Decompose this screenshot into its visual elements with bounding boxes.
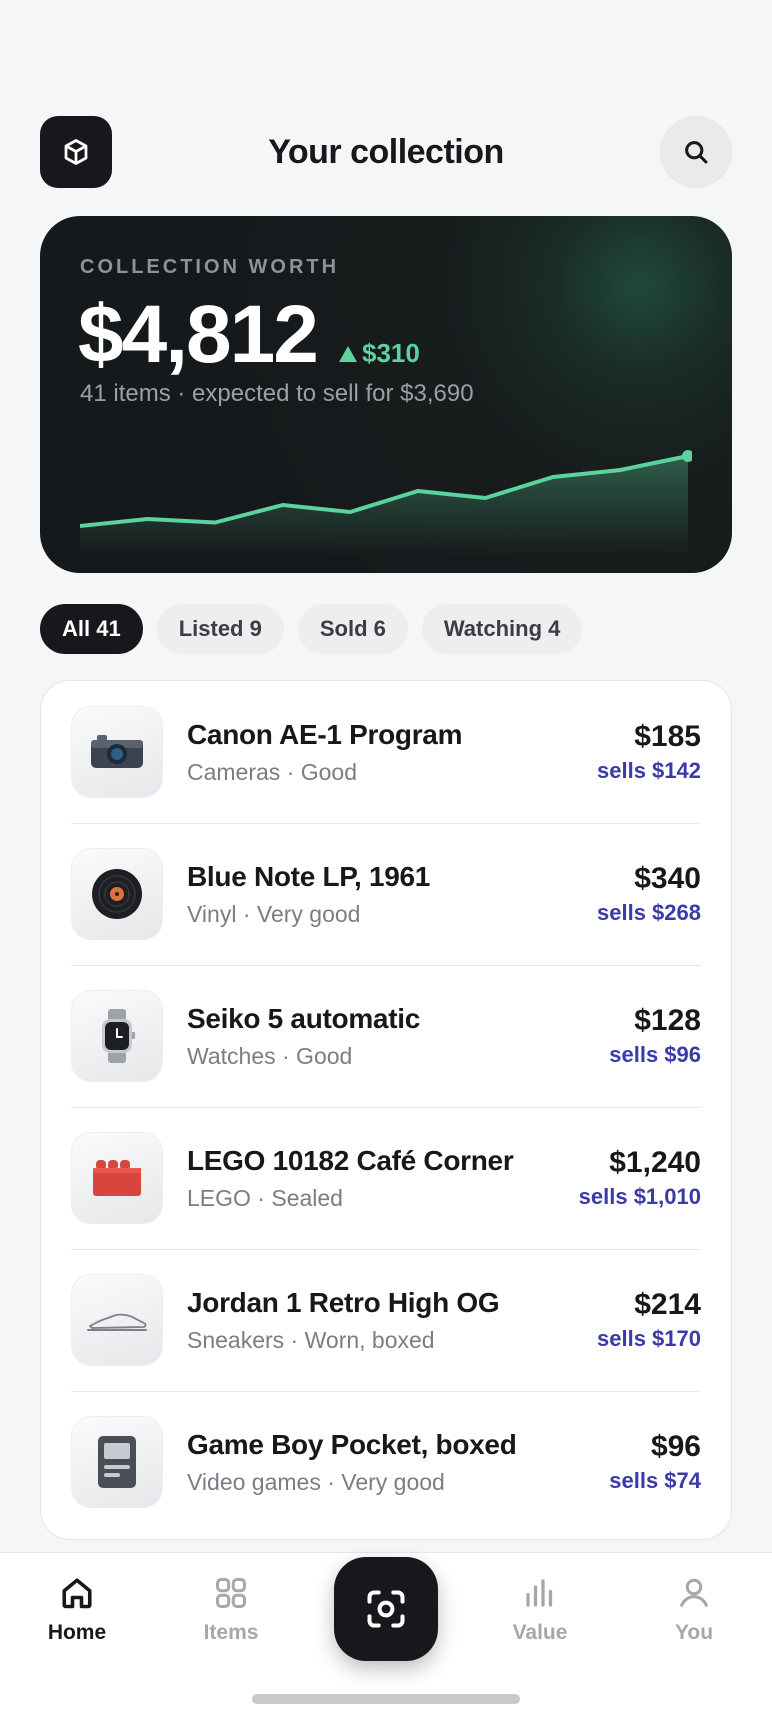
item-sell-price: sells $268 — [597, 900, 701, 925]
collection-worth-card[interactable]: COLLECTION WORTH $4,812 $310 41 items · … — [40, 216, 732, 573]
tab-home-label: Home — [47, 1621, 107, 1644]
item-price: $1,240 — [609, 1146, 701, 1179]
item-thumbnail — [71, 990, 163, 1082]
lego-brick-icon — [93, 1160, 141, 1196]
tab-value-label: Value — [512, 1621, 568, 1644]
worth-trend-sparkline — [80, 450, 692, 556]
list-item[interactable]: Game Boy Pocket, boxed Video games · Ver… — [71, 1391, 701, 1533]
item-name: Canon AE-1 Program — [187, 718, 463, 750]
vinyl-record-icon — [92, 869, 142, 919]
watch-icon — [102, 1009, 135, 1063]
scan-button[interactable] — [334, 1557, 438, 1661]
grid-icon — [216, 1578, 246, 1608]
tab-items[interactable]: Items — [171, 1575, 291, 1645]
filter-chips: All 41 Listed 9 Sold 6 Watching 4 — [40, 604, 583, 654]
tab-you[interactable]: You — [634, 1575, 754, 1645]
item-name: Blue Note LP, 1961 — [187, 860, 431, 892]
bar-chart-icon — [526, 1579, 553, 1607]
filter-sold[interactable]: Sold 6 — [297, 604, 408, 654]
item-thumbnail — [71, 1274, 163, 1366]
item-meta: Video games · Very good — [187, 1468, 445, 1495]
list-item[interactable]: Canon AE-1 Program Cameras · Good $185 s… — [71, 681, 701, 823]
tab-you-label: You — [674, 1621, 714, 1644]
item-meta: Sneakers · Worn, boxed — [187, 1326, 435, 1353]
tab-items-label: Items — [203, 1621, 259, 1644]
item-sell-price: sells $1,010 — [578, 1184, 701, 1209]
item-name: LEGO 10182 Café Corner — [187, 1144, 514, 1176]
list-item[interactable]: Jordan 1 Retro High OG Sneakers · Worn, … — [71, 1249, 701, 1391]
worth-delta: $310 — [338, 338, 420, 369]
gameboy-icon — [98, 1436, 136, 1488]
page-title: Your collection — [268, 132, 504, 171]
tab-value[interactable]: Value — [480, 1575, 600, 1645]
item-meta: Cameras · Good — [187, 758, 358, 785]
filter-watching[interactable]: Watching 4 — [421, 604, 583, 654]
list-item[interactable]: Blue Note LP, 1961 Vinyl · Very good $34… — [71, 823, 701, 965]
search-icon — [685, 141, 708, 164]
item-thumbnail — [71, 848, 163, 940]
tab-home[interactable]: Home — [17, 1575, 137, 1645]
item-price: $185 — [634, 720, 701, 753]
worth-subtitle: 41 items · expected to sell for $3,690 — [80, 380, 474, 407]
home-indicator — [252, 1694, 520, 1704]
search-button[interactable] — [660, 116, 732, 188]
item-price: $96 — [650, 1430, 701, 1463]
item-thumbnail — [71, 706, 163, 798]
item-sell-price: sells $170 — [597, 1326, 701, 1351]
item-meta: Watches · Good — [187, 1042, 353, 1069]
cube-icon — [64, 139, 88, 165]
item-thumbnail — [71, 1132, 163, 1224]
camera-icon — [91, 735, 143, 768]
item-name: Jordan 1 Retro High OG — [187, 1286, 500, 1318]
home-icon — [62, 1578, 92, 1609]
worth-value: $4,812 — [78, 289, 319, 380]
triangle-up-icon — [339, 345, 357, 362]
worth-label: COLLECTION WORTH — [80, 256, 340, 278]
item-sell-price: sells $142 — [597, 758, 701, 783]
filter-listed[interactable]: Listed 9 — [156, 604, 284, 654]
logo-button[interactable] — [40, 116, 112, 188]
item-meta: Vinyl · Very good — [187, 900, 361, 927]
user-icon — [679, 1578, 709, 1608]
list-item[interactable]: LEGO 10182 Café Corner LEGO · Sealed $1,… — [71, 1107, 701, 1249]
item-name: Game Boy Pocket, boxed — [187, 1428, 517, 1460]
sneaker-icon — [87, 1313, 147, 1331]
item-sell-price: sells $74 — [609, 1468, 701, 1493]
header: Your collection — [40, 116, 732, 188]
worth-delta-value: $310 — [362, 338, 420, 368]
item-price: $128 — [634, 1004, 701, 1037]
item-price: $214 — [634, 1288, 701, 1321]
scan-icon — [367, 1590, 405, 1628]
item-list: Canon AE-1 Program Cameras · Good $185 s… — [40, 680, 732, 1540]
item-name: Seiko 5 automatic — [187, 1002, 420, 1034]
filter-all[interactable]: All 41 — [40, 604, 143, 654]
item-thumbnail — [71, 1416, 163, 1508]
item-price: $340 — [634, 862, 701, 895]
list-item[interactable]: Seiko 5 automatic Watches · Good $128 se… — [71, 965, 701, 1107]
item-meta: LEGO · Sealed — [187, 1184, 343, 1211]
item-sell-price: sells $96 — [609, 1042, 701, 1067]
